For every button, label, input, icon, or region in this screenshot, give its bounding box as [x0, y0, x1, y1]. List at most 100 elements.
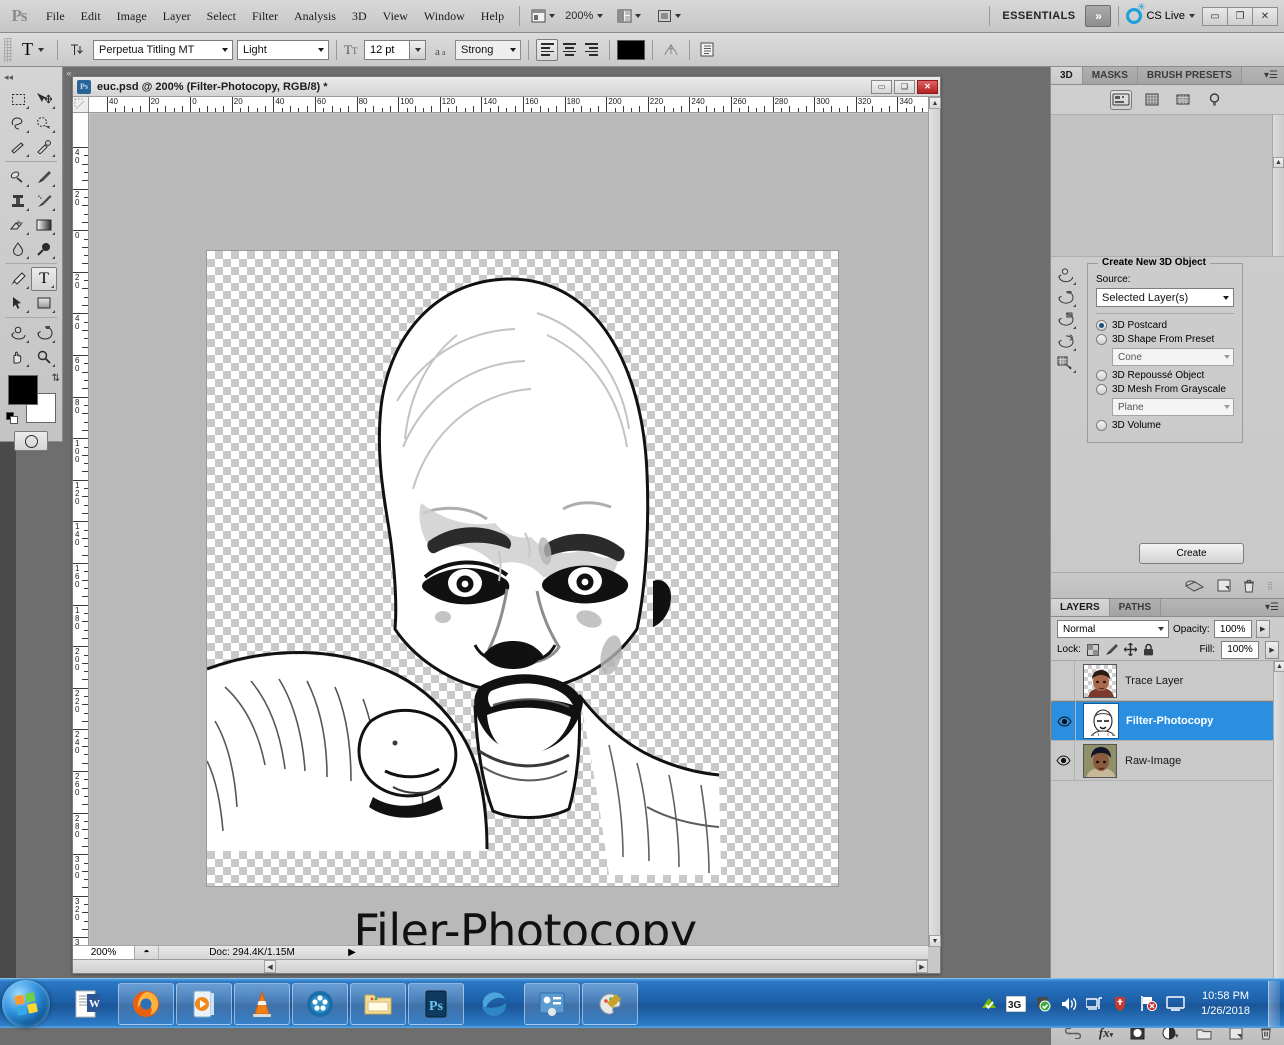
radio-3d-mesh-from-grayscale[interactable]: 3D Mesh From Grayscale — [1096, 384, 1234, 395]
layer-name[interactable]: Trace Layer — [1125, 675, 1183, 687]
3d-object-roll-tool[interactable] — [1053, 287, 1077, 308]
tab-masks[interactable]: MASKS — [1082, 67, 1138, 84]
document-close-button[interactable]: ✕ — [917, 79, 938, 94]
spot-healing-brush-tool[interactable] — [5, 165, 31, 189]
table-row[interactable]: Raw-Image — [1051, 740, 1284, 781]
3d-object-rotate-tool[interactable] — [1053, 265, 1077, 286]
table-row[interactable]: Filter-Photocopy — [1051, 701, 1284, 741]
font-size-dropdown-button[interactable] — [409, 40, 425, 59]
dodge-tool[interactable] — [31, 237, 57, 261]
taskbar-mozilla-firefox[interactable] — [118, 982, 174, 1025]
add-layer-mask-icon[interactable] — [1130, 1026, 1145, 1040]
menu-image[interactable]: Image — [109, 6, 155, 27]
screen-mode-icon[interactable] — [527, 7, 559, 25]
type-tool[interactable]: T — [31, 267, 57, 291]
scroll-up-button[interactable]: ▲ — [1274, 661, 1284, 672]
taskbar-movie-maker[interactable] — [292, 982, 348, 1025]
menu-help[interactable]: Help — [473, 6, 512, 27]
3d-object-slide-tool[interactable] — [1053, 309, 1077, 330]
display-icon[interactable] — [1166, 995, 1185, 1012]
security-shield-icon[interactable] — [1034, 995, 1052, 1012]
options-bar-grip[interactable] — [4, 37, 12, 62]
swap-colors-icon[interactable]: ⇅ — [52, 373, 60, 384]
font-size-input[interactable]: 12 pt — [364, 39, 426, 60]
panel-menu-button[interactable]: ▾☰ — [1258, 67, 1284, 84]
panel-menu-button[interactable]: ▾☰ — [1259, 599, 1284, 616]
align-center-button[interactable] — [558, 39, 580, 61]
opacity-slider-button[interactable]: ▶ — [1255, 620, 1270, 638]
layer-thumbnail[interactable] — [1083, 663, 1117, 698]
scroll-up-button[interactable]: ▲ — [929, 97, 941, 109]
show-desktop-button[interactable] — [1268, 980, 1280, 1027]
horizontal-ruler[interactable]: 40 20 0 20 40 60 80 100 120 140 160 180 200 220 240 260… — [73, 97, 928, 113]
3d-object-rotate-tool[interactable] — [5, 321, 31, 345]
delete-layer-icon[interactable] — [1260, 1026, 1272, 1040]
tab-brush-presets[interactable]: BRUSH PRESETS — [1137, 67, 1242, 84]
volume-icon[interactable] — [1060, 996, 1078, 1012]
lights-filter-icon[interactable] — [1203, 90, 1225, 110]
status-menu-button[interactable]: ▶ — [345, 947, 359, 958]
panel-resize-grip[interactable]: ⣿ — [1267, 581, 1273, 590]
workspace-switcher[interactable]: ESSENTIALS — [992, 10, 1085, 22]
vertical-ruler[interactable]: 40 20 0 20 40 60 80 100 120 140 160 180 200 220 240 260… — [73, 113, 89, 947]
default-colors-icon[interactable] — [6, 412, 19, 425]
grayscale-mesh-select[interactable]: Plane — [1112, 398, 1234, 416]
scene-filter-icon[interactable] — [1110, 89, 1132, 110]
new-adjustment-layer-icon[interactable]: ▾ — [1162, 1026, 1179, 1040]
close-button[interactable]: ✕ — [1252, 6, 1278, 26]
taskbar-vlc-media-player[interactable] — [234, 982, 290, 1025]
radio-3d-volume[interactable]: 3D Volume — [1096, 420, 1234, 431]
toggle-ground-plane-icon[interactable] — [1183, 579, 1205, 593]
toggle-text-orientation-icon[interactable] — [65, 39, 87, 61]
layer-thumbnail[interactable] — [1083, 743, 1117, 778]
delete-icon[interactable] — [1243, 579, 1255, 593]
zoom-tool[interactable] — [31, 345, 57, 369]
clone-stamp-tool[interactable] — [5, 189, 31, 213]
materials-filter-icon[interactable] — [1172, 90, 1194, 110]
arrange-documents-icon[interactable] — [613, 7, 645, 25]
3g-modem-icon[interactable]: 3G — [1006, 995, 1027, 1012]
canvas-text-layer[interactable]: Filer-Photocopy — [210, 904, 840, 947]
text-color-swatch[interactable] — [617, 39, 645, 60]
create-button[interactable]: Create — [1139, 543, 1244, 564]
document-restore-button[interactable]: ❑ — [894, 79, 915, 94]
eraser-tool[interactable] — [5, 213, 31, 237]
lock-transparent-pixels-icon[interactable] — [1086, 643, 1099, 656]
document-title-bar[interactable]: Ps euc.psd @ 200% (Filter-Photocopy, RGB… — [73, 77, 940, 97]
menu-file[interactable]: File — [38, 6, 73, 27]
crop-tool[interactable] — [5, 135, 31, 159]
zoom-level-value[interactable]: 200% — [565, 10, 593, 22]
blend-mode-select[interactable]: Normal — [1057, 620, 1169, 638]
canvas-area[interactable]: Filer-Photocopy — [90, 114, 928, 947]
antivirus-icon[interactable] — [1112, 995, 1131, 1012]
nvidia-icon[interactable] — [980, 996, 998, 1012]
warp-text-icon[interactable] — [660, 39, 682, 61]
layer-visibility-toggle[interactable] — [1053, 740, 1075, 781]
layer-visibility-toggle[interactable] — [1054, 701, 1076, 741]
quick-selection-tool[interactable] — [31, 111, 57, 135]
lock-image-pixels-icon[interactable] — [1105, 643, 1118, 656]
link-layers-icon[interactable] — [1064, 1027, 1082, 1039]
anti-alias-select[interactable]: Strong — [455, 39, 521, 60]
blur-tool[interactable] — [5, 237, 31, 261]
taskbar-paint[interactable] — [582, 982, 638, 1025]
minimize-button[interactable]: ▭ — [1202, 6, 1228, 26]
new-layer-icon[interactable] — [1217, 579, 1231, 592]
radio-3d-postcard[interactable]: 3D Postcard — [1096, 320, 1234, 331]
toggle-character-panel-icon[interactable] — [697, 40, 717, 60]
scroll-down-button[interactable]: ▼ — [929, 935, 941, 947]
document-horizontal-scrollbar[interactable]: ◀ ▶ — [73, 959, 928, 973]
ruler-origin[interactable] — [73, 97, 89, 113]
workspace-overflow-button[interactable]: » — [1085, 5, 1112, 27]
scroll-right-button[interactable]: ▶ — [916, 960, 928, 973]
font-family-select[interactable]: Perpetua Titling MT — [93, 39, 233, 60]
cs-live-button[interactable]: CS Live — [1126, 2, 1195, 24]
gradient-tool[interactable] — [31, 213, 57, 237]
layer-visibility-toggle[interactable] — [1053, 661, 1075, 701]
flag-action-center-icon[interactable] — [1139, 995, 1158, 1012]
font-style-select[interactable]: Light — [237, 39, 329, 60]
foreground-color-swatch[interactable] — [8, 375, 38, 405]
rectangle-shape-tool[interactable] — [31, 291, 57, 315]
taskbar-microsoft-word[interactable]: W — [60, 983, 116, 1025]
radio-3d-shape-from-preset[interactable]: 3D Shape From Preset — [1096, 334, 1234, 345]
